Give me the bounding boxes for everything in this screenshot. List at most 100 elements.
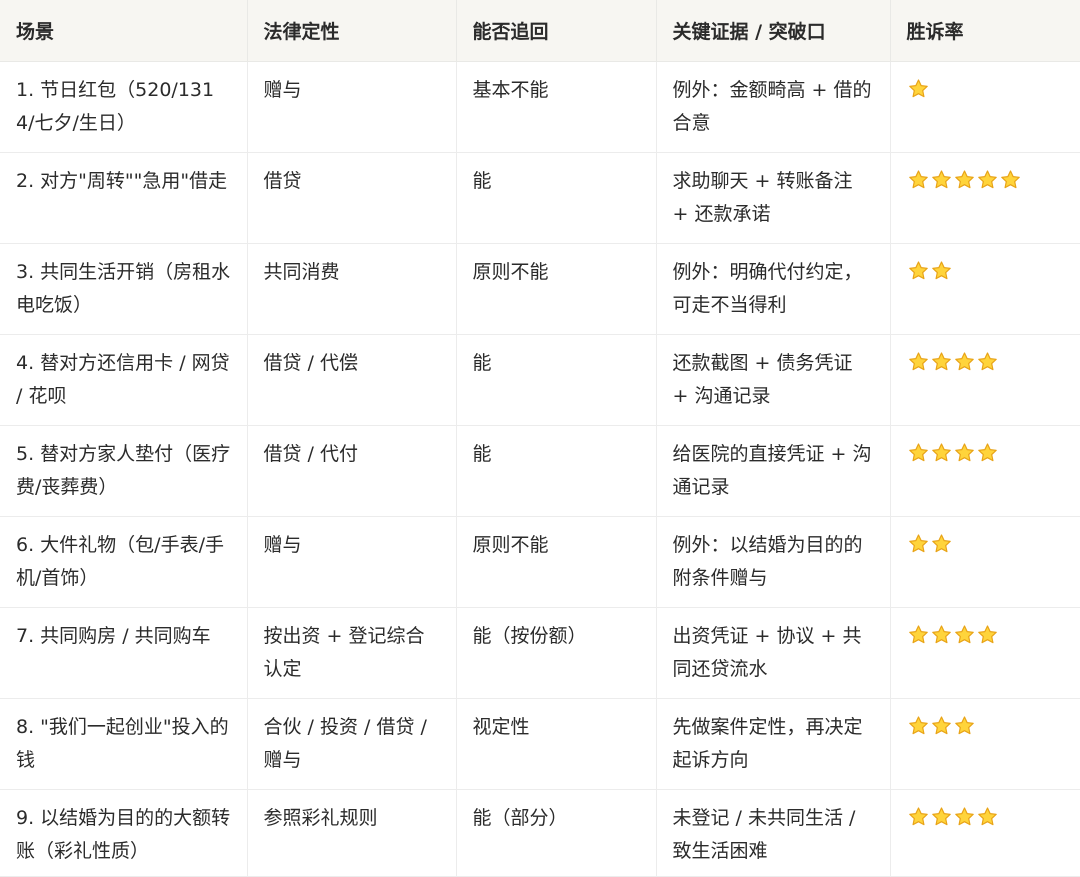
cell-recoverable: 原则不能 bbox=[456, 243, 657, 335]
cell-scene: 1. 节日红包（520/1314/七夕/生日） bbox=[0, 61, 248, 153]
cell-scene: 3. 共同生活开销（房租水电吃饭） bbox=[0, 243, 248, 335]
star-icon bbox=[953, 624, 976, 646]
cell-recoverable: 原则不能 bbox=[456, 516, 657, 608]
star-icon bbox=[953, 442, 976, 464]
cell-win-rate bbox=[890, 243, 1080, 335]
star-icon bbox=[953, 351, 976, 373]
table-row: 7. 共同购房 / 共同购车 按出资 + 登记综合认定 能（按份额） 出资凭证 + 协… bbox=[0, 607, 1080, 699]
cell-key-evidence: 例外：明确代付约定，可走不当得利 bbox=[656, 243, 891, 335]
table-row: 5. 替对方家人垫付（医疗费/丧葬费） 借贷 / 代付能给医院的直接凭证 + 沟通… bbox=[0, 425, 1080, 517]
cell-key-evidence: 求助聊天 + 转账备注 + 还款承诺 bbox=[656, 152, 891, 244]
cell-legal-nature: 共同消费 bbox=[247, 243, 457, 335]
star-icon bbox=[930, 442, 953, 464]
star-icon bbox=[976, 351, 999, 373]
cell-win-rate bbox=[890, 152, 1080, 244]
cell-key-evidence: 先做案件定性，再决定起诉方向 bbox=[656, 698, 891, 790]
table-body: 1. 节日红包（520/1314/七夕/生日） 赠与 基本不能 例外：金额畸高 + 借… bbox=[0, 61, 1080, 877]
cell-recoverable: 能（按份额） bbox=[456, 607, 657, 699]
cell-win-rate bbox=[890, 334, 1080, 426]
header-win-rate: 胜诉率 bbox=[890, 0, 1080, 62]
cell-win-rate bbox=[890, 61, 1080, 153]
star-icon bbox=[907, 715, 930, 737]
star-icon bbox=[930, 806, 953, 828]
table-row: 6. 大件礼物（包/手表/手机/首饰） 赠与 原则不能 例外：以结婚为目的的附条件赠与 bbox=[0, 516, 1080, 608]
star-rating bbox=[907, 256, 953, 282]
cell-legal-nature: 借贷 / 代付 bbox=[247, 425, 457, 517]
star-rating bbox=[907, 347, 999, 373]
star-rating bbox=[907, 165, 1022, 191]
star-rating bbox=[907, 802, 999, 828]
table-row: 1. 节日红包（520/1314/七夕/生日） 赠与 基本不能 例外：金额畸高 + 借… bbox=[0, 61, 1080, 153]
star-icon bbox=[907, 442, 930, 464]
cell-key-evidence: 还款截图 + 债务凭证 + 沟通记录 bbox=[656, 334, 891, 426]
cell-recoverable: 基本不能 bbox=[456, 61, 657, 153]
star-icon bbox=[907, 351, 930, 373]
cell-scene: 9. 以结婚为目的的大额转账（彩礼性质） bbox=[0, 789, 248, 877]
star-icon bbox=[907, 533, 930, 555]
star-rating bbox=[907, 438, 999, 464]
star-icon bbox=[999, 169, 1022, 191]
cell-scene: 4. 替对方还信用卡 / 网贷 / 花呗 bbox=[0, 334, 248, 426]
cell-legal-nature: 赠与 bbox=[247, 516, 457, 608]
star-rating bbox=[907, 529, 953, 555]
star-icon bbox=[930, 715, 953, 737]
cell-recoverable: 能 bbox=[456, 334, 657, 426]
star-icon bbox=[907, 260, 930, 282]
star-icon bbox=[976, 806, 999, 828]
star-icon bbox=[953, 715, 976, 737]
header-key-evidence: 关键证据 / 突破口 bbox=[656, 0, 891, 62]
cell-win-rate bbox=[890, 516, 1080, 608]
star-icon bbox=[953, 169, 976, 191]
cell-scene: 7. 共同购房 / 共同购车 bbox=[0, 607, 248, 699]
cell-win-rate bbox=[890, 698, 1080, 790]
cell-scene: 6. 大件礼物（包/手表/手机/首饰） bbox=[0, 516, 248, 608]
cell-legal-nature: 按出资 + 登记综合认定 bbox=[247, 607, 457, 699]
star-icon bbox=[907, 624, 930, 646]
star-rating bbox=[907, 620, 999, 646]
table-row: 3. 共同生活开销（房租水电吃饭） 共同消费 原则不能 例外：明确代付约定，可走不当得… bbox=[0, 243, 1080, 335]
cell-legal-nature: 借贷 bbox=[247, 152, 457, 244]
table-row: 8. "我们一起创业"投入的钱 合伙 / 投资 / 借贷 / 赠与 视定性 先做案件定… bbox=[0, 698, 1080, 790]
star-icon bbox=[976, 169, 999, 191]
cell-legal-nature: 合伙 / 投资 / 借贷 / 赠与 bbox=[247, 698, 457, 790]
cell-win-rate bbox=[890, 425, 1080, 517]
cell-recoverable: 能 bbox=[456, 425, 657, 517]
header-legal-nature: 法律定性 bbox=[247, 0, 457, 62]
cell-key-evidence: 出资凭证 + 协议 + 共同还贷流水 bbox=[656, 607, 891, 699]
cell-recoverable: 能（部分） bbox=[456, 789, 657, 877]
table-row: 2. 对方"周转""急用"借走 借贷能求助聊天 + 转账备注 + 还款承诺 bbox=[0, 152, 1080, 244]
cell-key-evidence: 例外：以结婚为目的的附条件赠与 bbox=[656, 516, 891, 608]
star-icon bbox=[907, 169, 930, 191]
cell-key-evidence: 例外：金额畸高 + 借的合意 bbox=[656, 61, 891, 153]
comparison-table: 场景 法律定性 能否追回 关键证据 / 突破口 胜诉率 1. 节日红包（520/… bbox=[0, 0, 1080, 877]
table-row: 9. 以结婚为目的的大额转账（彩礼性质） 参照彩礼规则 能（部分） 未登记 / 未共同… bbox=[0, 789, 1080, 877]
cell-key-evidence: 给医院的直接凭证 + 沟通记录 bbox=[656, 425, 891, 517]
cell-legal-nature: 参照彩礼规则 bbox=[247, 789, 457, 877]
star-rating bbox=[907, 711, 976, 737]
star-icon bbox=[930, 624, 953, 646]
cell-scene: 2. 对方"周转""急用"借走 bbox=[0, 152, 248, 244]
star-icon bbox=[930, 169, 953, 191]
cell-scene: 8. "我们一起创业"投入的钱 bbox=[0, 698, 248, 790]
table-row: 4. 替对方还信用卡 / 网贷 / 花呗 借贷 / 代偿能还款截图 + 债务凭证 … bbox=[0, 334, 1080, 426]
star-icon bbox=[976, 624, 999, 646]
cell-legal-nature: 赠与 bbox=[247, 61, 457, 153]
star-icon bbox=[907, 806, 930, 828]
cell-win-rate bbox=[890, 789, 1080, 877]
star-icon bbox=[907, 78, 930, 100]
cell-key-evidence: 未登记 / 未共同生活 / 致生活困难 bbox=[656, 789, 891, 877]
cell-scene: 5. 替对方家人垫付（医疗费/丧葬费） bbox=[0, 425, 248, 517]
star-icon bbox=[953, 806, 976, 828]
star-icon bbox=[930, 351, 953, 373]
star-icon bbox=[976, 442, 999, 464]
header-recoverable: 能否追回 bbox=[456, 0, 657, 62]
cell-legal-nature: 借贷 / 代偿 bbox=[247, 334, 457, 426]
cell-recoverable: 视定性 bbox=[456, 698, 657, 790]
star-icon bbox=[930, 533, 953, 555]
table-header-row: 场景 法律定性 能否追回 关键证据 / 突破口 胜诉率 bbox=[0, 0, 1080, 62]
star-rating bbox=[907, 74, 930, 100]
cell-win-rate bbox=[890, 607, 1080, 699]
cell-recoverable: 能 bbox=[456, 152, 657, 244]
header-scene: 场景 bbox=[0, 0, 248, 62]
star-icon bbox=[930, 260, 953, 282]
